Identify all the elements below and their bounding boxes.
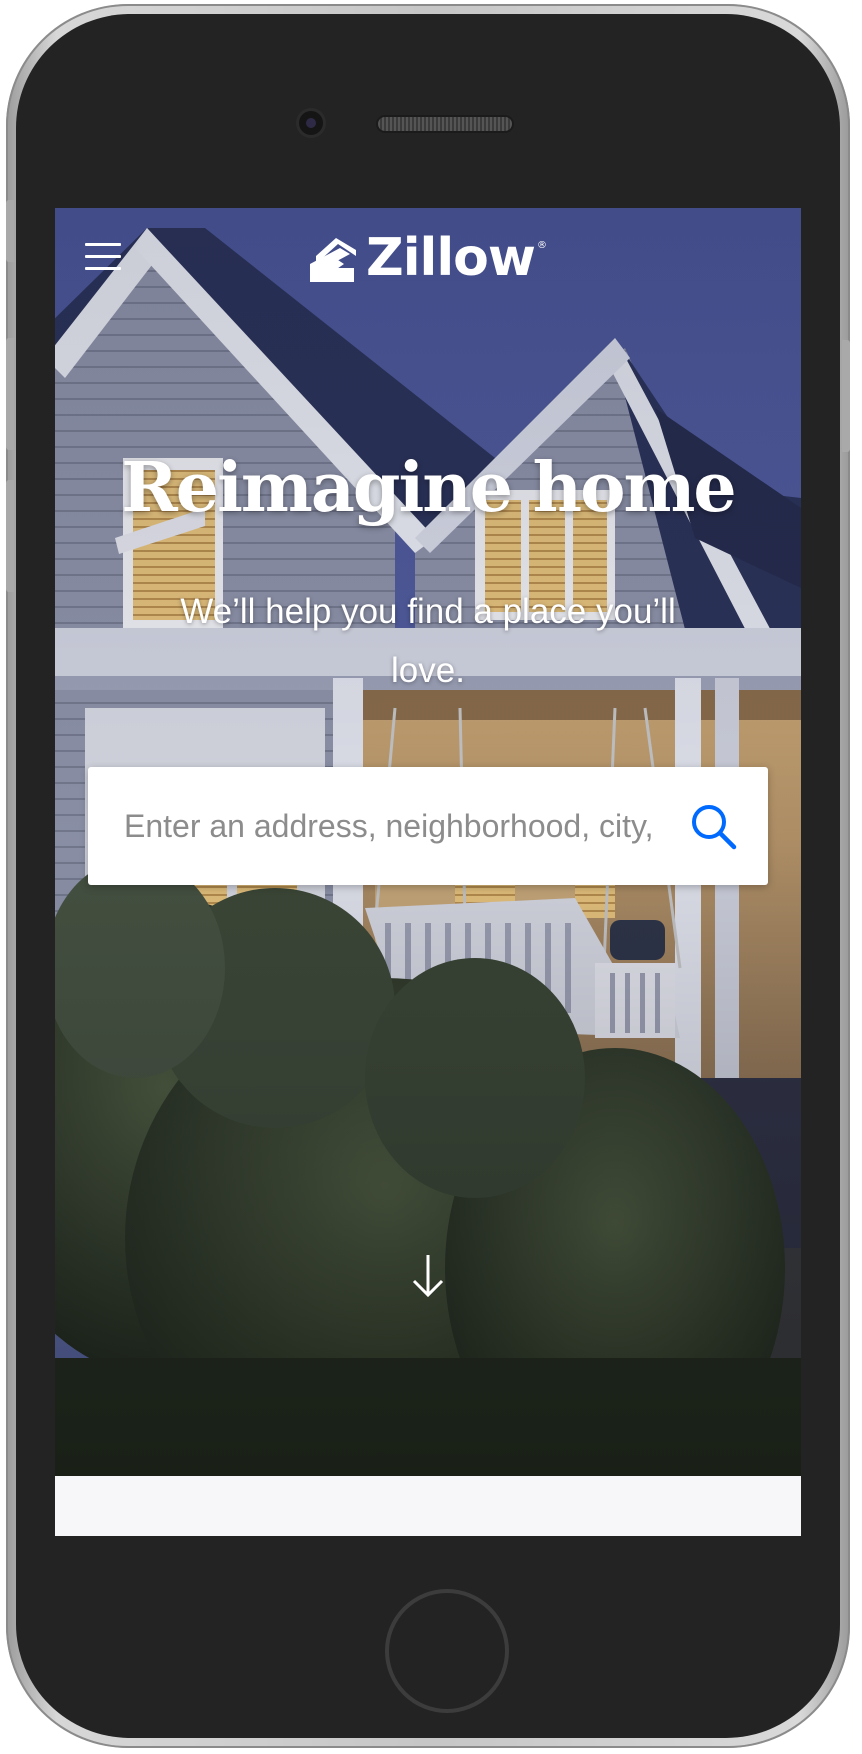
phone-screen: Zillow ® Reimagine home We’ll help you f… [55, 208, 801, 1536]
zillow-house-icon [310, 238, 356, 282]
hero-section: Zillow ® Reimagine home We’ll help you f… [55, 208, 801, 1476]
registered-mark: ® [536, 240, 547, 251]
hero-headline: Reimagine home [121, 448, 736, 528]
search-input[interactable] [122, 796, 662, 856]
hamburger-menu-icon[interactable] [85, 241, 123, 273]
volume-down-button [6, 480, 14, 592]
volume-up-button [6, 338, 14, 450]
hero-subheadline: We’ll help you find a place you’ll love. [180, 592, 676, 690]
power-button [842, 340, 850, 452]
home-button[interactable] [385, 1589, 509, 1713]
mute-switch [6, 200, 14, 262]
brand-name: Zillow [366, 228, 536, 288]
arrow-down-icon[interactable] [410, 1253, 446, 1299]
zillow-logo[interactable]: Zillow ® [310, 230, 547, 286]
earpiece-speaker [378, 117, 512, 131]
front-camera [299, 111, 323, 135]
search-icon[interactable] [688, 801, 740, 853]
search-bar [88, 767, 768, 885]
